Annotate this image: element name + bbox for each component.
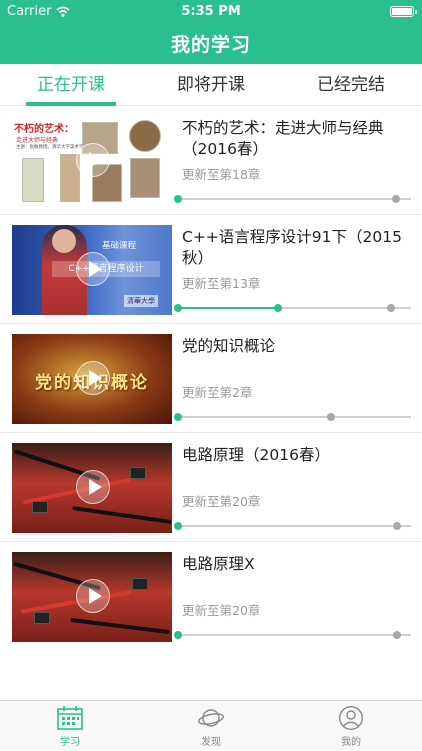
tabbar-label: 学习 — [60, 737, 80, 748]
play-icon[interactable] — [76, 252, 110, 286]
status-bar: Carrier 5:35 PM — [0, 0, 422, 22]
course-progress-track — [174, 195, 411, 203]
course-item[interactable]: 不朽的艺术： 走进大师与经典 主讲：张敢教授、清华大学美术学院 不朽的艺术：走进… — [0, 106, 422, 215]
course-progress-fill — [178, 307, 279, 309]
course-item[interactable]: 基础课程 C++语言程序设计 清華大學 C++语言程序设计91下（2015秋） … — [0, 215, 422, 324]
course-thumbnail[interactable]: 基础课程 C++语言程序设计 清華大學 — [12, 225, 172, 315]
progress-start-dot — [174, 413, 182, 421]
tabbar-label: 发现 — [201, 737, 221, 748]
play-icon[interactable] — [76, 143, 110, 177]
progress-start-dot — [174, 195, 182, 203]
planet-icon — [198, 709, 224, 727]
tab-finished[interactable]: 已经完结 — [281, 64, 421, 106]
course-title: 不朽的艺术：走进大师与经典（2016春） — [182, 119, 384, 158]
artwork-image — [130, 158, 160, 198]
thumbnail-credit: 主讲：张敢教授、清华大学美术学院 — [16, 145, 88, 150]
course-thumbnail[interactable] — [12, 443, 172, 533]
progress-start-dot — [174, 304, 182, 312]
course-update-status: 更新至第18章 — [182, 167, 261, 182]
circuit-chip — [132, 578, 148, 590]
tab-upcoming[interactable]: 即将开课 — [141, 64, 281, 106]
user-icon — [339, 706, 363, 730]
course-thumbnail[interactable]: 不朽的艺术： 走进大师与经典 主讲：张敢教授、清华大学美术学院 — [12, 116, 172, 206]
course-item[interactable]: 电路原理X 更新至第20章 — [0, 542, 422, 651]
thumbnail-title: 不朽的艺术： — [14, 124, 74, 135]
course-progress-track — [174, 631, 411, 639]
play-icon[interactable] — [76, 361, 110, 395]
play-icon[interactable] — [76, 470, 110, 504]
course-update-status: 更新至第20章 — [182, 603, 261, 618]
battery-icon — [390, 6, 417, 17]
artwork-image — [22, 158, 44, 202]
tab-bar: 学习 发现 我的 — [0, 700, 422, 750]
status-time: 5:35 PM — [181, 4, 241, 19]
page-title: 我的学习 — [170, 34, 251, 56]
course-update-status: 更新至第13章 — [182, 276, 261, 291]
course-thumbnail[interactable] — [12, 552, 172, 642]
progress-start-dot — [174, 522, 182, 530]
course-item[interactable]: 党的知识概论 党的知识概论 更新至第2章 — [0, 324, 422, 433]
circuit-wire — [72, 506, 172, 524]
calendar-icon — [57, 706, 83, 730]
tabbar-label: 我的 — [341, 737, 361, 748]
tabbar-item-profile[interactable]: 我的 — [281, 701, 421, 751]
thumbnail-label: 基础课程 — [102, 241, 137, 251]
progress-end-dot — [327, 413, 335, 421]
circuit-chip — [130, 467, 146, 479]
progress-end-dot — [393, 631, 401, 639]
course-title: 党的知识概论 — [182, 337, 276, 355]
circuit-chip — [34, 612, 50, 624]
progress-end-dot — [393, 522, 401, 530]
course-title: 电路原理（2016春） — [182, 446, 330, 464]
navigation-bar: Carrier 5:35 PM 我的学习 — [0, 0, 422, 64]
tab-ongoing[interactable]: 正在开课 — [1, 64, 141, 106]
thumbnail-subtitle: 走进大师与经典 — [16, 137, 59, 144]
course-item[interactable]: 电路原理（2016春） 更新至第20章 — [0, 433, 422, 542]
progress-end-dot — [392, 195, 400, 203]
segmented-tabs: 正在开课 即将开课 已经完结 — [0, 64, 422, 106]
course-progress-track — [174, 522, 411, 530]
course-title: C++语言程序设计91下（2015秋） — [182, 228, 402, 267]
course-title: 电路原理X — [182, 555, 255, 573]
play-icon[interactable] — [76, 579, 110, 613]
progress-start-dot — [174, 631, 182, 639]
course-update-status: 更新至第20章 — [182, 494, 261, 509]
university-logo: 清華大學 — [124, 295, 158, 307]
tabbar-item-discover[interactable]: 发现 — [141, 701, 281, 751]
course-update-status: 更新至第2章 — [182, 385, 253, 400]
course-progress-track — [174, 413, 411, 421]
circuit-wire — [70, 617, 170, 635]
progress-current-dot — [274, 304, 283, 312]
tabbar-item-study[interactable]: 学习 — [0, 701, 140, 751]
progress-end-dot — [387, 304, 395, 312]
artwork-image — [129, 120, 161, 152]
circuit-chip — [32, 501, 48, 513]
lecturer-face — [52, 229, 76, 253]
course-progress-track — [174, 304, 411, 312]
course-thumbnail[interactable]: 党的知识概论 — [12, 334, 172, 424]
